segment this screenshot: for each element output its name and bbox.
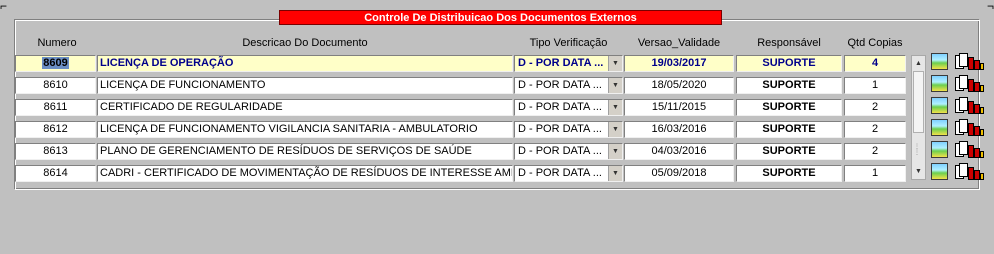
table-row[interactable]: 8612 LICENÇA DE FUNCIONAMENTO VIGILANCIA … xyxy=(0,119,994,141)
descricao-field[interactable]: LICENÇA DE FUNCIONAMENTO xyxy=(97,77,513,94)
versao-validade-field[interactable]: 05/09/2018 xyxy=(624,165,734,182)
panel-title: Controle De Distribuicao Dos Documentos … xyxy=(279,10,722,25)
tipo-verificacao-select[interactable]: D - POR DATA ... ▼ xyxy=(514,99,623,116)
image-icon[interactable] xyxy=(931,141,948,158)
responsavel-field[interactable]: SUPORTE xyxy=(736,55,842,72)
table-row[interactable]: 8609 LICENÇA DE OPERAÇÃO D - POR DATA ... ▼… xyxy=(0,53,994,75)
table-row[interactable]: 8614 CADRI - CERTIFICADO DE MOVIMENTAÇÃO … xyxy=(0,163,994,185)
tipo-verificacao-value: D - POR DATA ... xyxy=(518,167,602,179)
column-header-qtd: Qtd Copias xyxy=(847,37,903,49)
tipo-verificacao-select[interactable]: D - POR DATA ... ▼ xyxy=(514,77,623,94)
numero-field[interactable]: 8613 xyxy=(15,143,96,160)
report-chart-icon-part xyxy=(959,53,968,67)
responsavel-field[interactable]: SUPORTE xyxy=(736,165,842,182)
numero-value: 8610 xyxy=(43,79,68,91)
numero-value: 8612 xyxy=(43,123,68,135)
column-header-versao: Versao_Validade xyxy=(637,37,721,49)
scroll-down-arrow-icon[interactable]: ▼ xyxy=(912,165,925,178)
dropdown-arrow-icon[interactable]: ▼ xyxy=(608,144,622,159)
report-chart-icon[interactable] xyxy=(955,97,985,115)
image-icon[interactable] xyxy=(931,53,948,70)
tipo-verificacao-value: D - POR DATA ... xyxy=(518,57,604,69)
numero-field[interactable]: 8609 xyxy=(15,55,96,72)
report-chart-icon[interactable] xyxy=(955,119,985,137)
tipo-verificacao-select[interactable]: D - POR DATA ... ▼ xyxy=(514,121,623,138)
tipo-verificacao-value: D - POR DATA ... xyxy=(518,123,602,135)
dropdown-arrow-icon[interactable]: ▼ xyxy=(608,100,622,115)
report-chart-icon-part xyxy=(959,119,968,133)
report-chart-icon-part xyxy=(980,63,984,70)
descricao-field[interactable]: LICENÇA DE FUNCIONAMENTO VIGILANCIA SANI… xyxy=(97,121,513,138)
qtd-copias-field[interactable]: 2 xyxy=(844,143,906,160)
qtd-copias-field[interactable]: 2 xyxy=(844,121,906,138)
qtd-copias-field[interactable]: 4 xyxy=(844,55,906,72)
responsavel-field[interactable]: SUPORTE xyxy=(736,99,842,116)
descricao-field[interactable]: CERTIFICADO DE REGULARIDADE xyxy=(97,99,513,116)
scroll-up-arrow-icon[interactable]: ▲ xyxy=(912,57,925,70)
tipo-verificacao-select[interactable]: D - POR DATA ... ▼ xyxy=(514,165,623,182)
scrollbar-thumb[interactable] xyxy=(913,71,924,133)
dropdown-arrow-icon[interactable]: ▼ xyxy=(608,122,622,137)
responsavel-field[interactable]: SUPORTE xyxy=(736,77,842,94)
responsavel-field[interactable]: SUPORTE xyxy=(736,143,842,160)
numero-field[interactable]: 8611 xyxy=(15,99,96,116)
image-icon[interactable] xyxy=(931,75,948,92)
numero-field[interactable]: 8612 xyxy=(15,121,96,138)
tipo-verificacao-value: D - POR DATA ... xyxy=(518,79,602,91)
numero-value: 8614 xyxy=(43,167,68,179)
column-header-tipo: Tipo Verificação xyxy=(529,37,608,49)
column-header-numero: Numero xyxy=(37,37,77,49)
dropdown-arrow-icon[interactable]: ▼ xyxy=(608,56,622,71)
report-chart-icon-part xyxy=(959,97,968,111)
tipo-verificacao-value: D - POR DATA ... xyxy=(518,145,602,157)
image-icon[interactable] xyxy=(931,119,948,136)
responsavel-field[interactable]: SUPORTE xyxy=(736,121,842,138)
dropdown-arrow-icon[interactable]: ▼ xyxy=(608,166,622,181)
dropdown-arrow-icon[interactable]: ▼ xyxy=(608,78,622,93)
table-scrollbar[interactable]: ▲ ⋮ ⋮ ▼ xyxy=(911,55,926,180)
report-chart-icon-part xyxy=(959,141,968,155)
table-row[interactable]: 8611 CERTIFICADO DE REGULARIDADE D - POR D… xyxy=(0,97,994,119)
numero-value: 8611 xyxy=(43,101,68,113)
report-chart-icon-part xyxy=(980,129,984,136)
window-corner-left-mark: ⌐ xyxy=(0,0,8,13)
tipo-verificacao-select[interactable]: D - POR DATA ... ▼ xyxy=(514,55,623,72)
report-chart-icon-part xyxy=(959,75,968,89)
tipo-verificacao-value: D - POR DATA ... xyxy=(518,101,602,113)
report-chart-icon-part xyxy=(980,151,984,158)
qtd-copias-field[interactable]: 1 xyxy=(844,77,906,94)
report-chart-icon[interactable] xyxy=(955,141,985,159)
window-corner-right-mark: ¬ xyxy=(986,0,994,13)
descricao-field[interactable]: CADRI - CERTIFICADO DE MOVIMENTAÇÃO DE R… xyxy=(97,165,513,182)
numero-field[interactable]: 8610 xyxy=(15,77,96,94)
numero-value: 8609 xyxy=(42,57,69,69)
report-chart-icon-part xyxy=(980,107,984,114)
report-chart-icon-part xyxy=(980,85,984,92)
report-chart-icon[interactable] xyxy=(955,163,985,181)
column-header-responsavel: Responsável xyxy=(757,37,821,49)
versao-validade-field[interactable]: 18/05/2020 xyxy=(624,77,734,94)
table-row[interactable]: 8610 LICENÇA DE FUNCIONAMENTO D - POR DATA… xyxy=(0,75,994,97)
numero-value: 8613 xyxy=(43,145,68,157)
report-chart-icon-part xyxy=(959,163,968,177)
versao-validade-field[interactable]: 15/11/2015 xyxy=(624,99,734,116)
tipo-verificacao-select[interactable]: D - POR DATA ... ▼ xyxy=(514,143,623,160)
image-icon[interactable] xyxy=(931,97,948,114)
image-icon[interactable] xyxy=(931,163,948,180)
column-header-descricao: Descricao Do Documento xyxy=(242,37,368,49)
report-chart-icon[interactable] xyxy=(955,75,985,93)
numero-field[interactable]: 8614 xyxy=(15,165,96,182)
qtd-copias-field[interactable]: 1 xyxy=(844,165,906,182)
report-chart-icon-part xyxy=(980,173,984,180)
versao-validade-field[interactable]: 19/03/2017 xyxy=(624,55,734,72)
qtd-copias-field[interactable]: 2 xyxy=(844,99,906,116)
versao-validade-field[interactable]: 16/03/2016 xyxy=(624,121,734,138)
versao-validade-field[interactable]: 04/03/2016 xyxy=(624,143,734,160)
report-chart-icon[interactable] xyxy=(955,53,985,71)
table-row[interactable]: 8613 PLANO DE GERENCIAMENTO DE RESÍDUOS D… xyxy=(0,141,994,163)
descricao-field[interactable]: PLANO DE GERENCIAMENTO DE RESÍDUOS DE SE… xyxy=(97,143,513,160)
scrollbar-grip-icon: ⋮ ⋮ xyxy=(914,144,920,156)
descricao-field[interactable]: LICENÇA DE OPERAÇÃO xyxy=(97,55,513,72)
